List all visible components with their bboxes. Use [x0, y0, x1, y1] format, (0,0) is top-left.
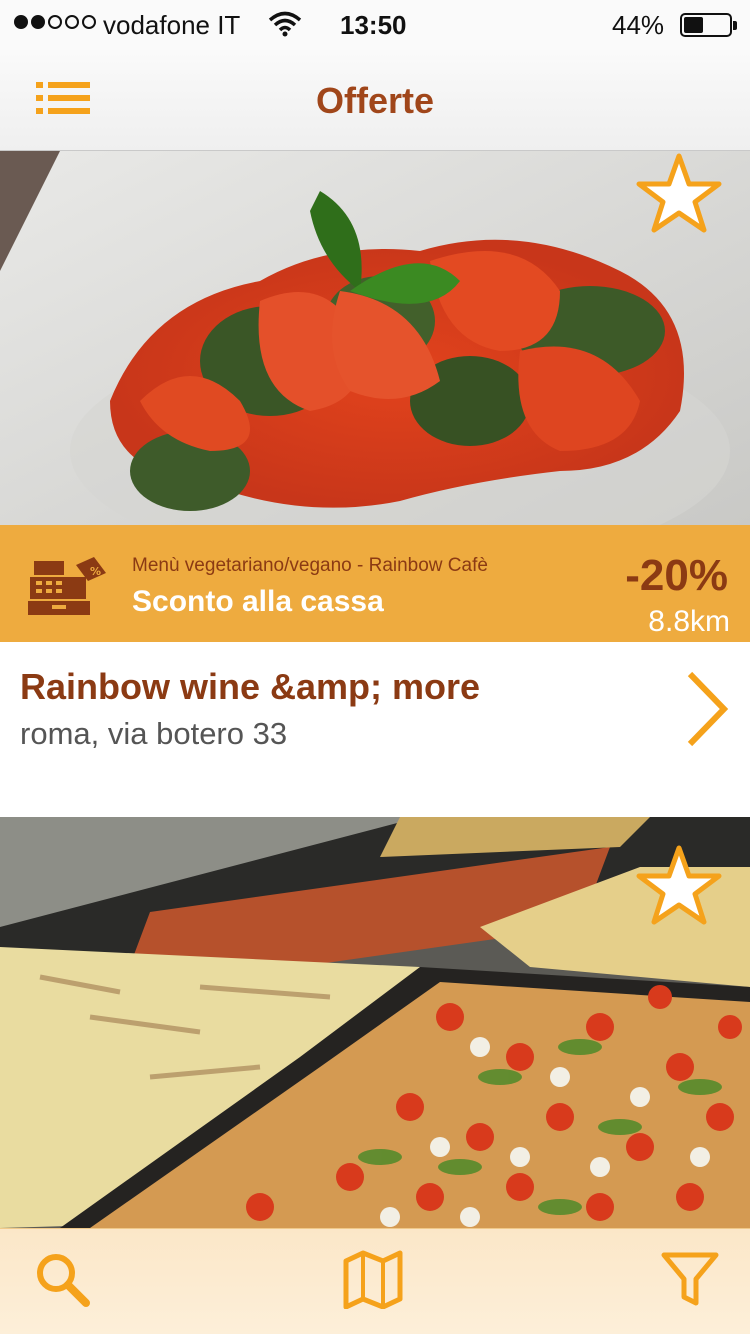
distance-label: 8.8km	[648, 605, 730, 638]
offer-type: Sconto alla cassa	[132, 585, 384, 618]
wifi-icon	[268, 11, 302, 37]
battery-fill	[684, 17, 703, 33]
search-icon[interactable]	[34, 1249, 94, 1309]
place-name: Rainbow wine &amp; more	[20, 666, 481, 707]
status-bar: vodafone IT 13:50 44%	[0, 0, 750, 50]
chevron-right-icon[interactable]	[684, 670, 730, 748]
star-icon[interactable]	[636, 845, 722, 925]
filter-icon[interactable]	[660, 1249, 720, 1309]
carrier-name: vodafone IT	[103, 10, 241, 40]
discount-badge: -20%	[625, 551, 728, 600]
place-row[interactable]: Rainbow wine &amp; more roma, via botero…	[0, 642, 750, 816]
offer-banner[interactable]: % Menù vegetariano/vegano - Rainbow Cafè…	[0, 525, 750, 642]
page-title: Offerte	[315, 80, 435, 121]
offer-image[interactable]	[0, 817, 750, 1228]
offer-name: Menù vegetariano/vegano - Rainbow Cafè	[132, 555, 488, 576]
svg-text:%: %	[90, 565, 101, 578]
place-address: roma, via botero 33	[20, 716, 288, 751]
cash-register-icon: %	[28, 557, 106, 615]
battery-icon	[680, 13, 737, 37]
signal-strength-icon	[14, 15, 96, 29]
tab-bar	[0, 1228, 750, 1334]
battery-percentage: 44%	[612, 10, 665, 40]
offer-image[interactable]	[0, 151, 750, 525]
clock: 13:50	[340, 10, 407, 40]
map-icon[interactable]	[343, 1249, 403, 1309]
navigation-bar: Offerte	[0, 50, 750, 151]
star-icon[interactable]	[636, 153, 722, 233]
